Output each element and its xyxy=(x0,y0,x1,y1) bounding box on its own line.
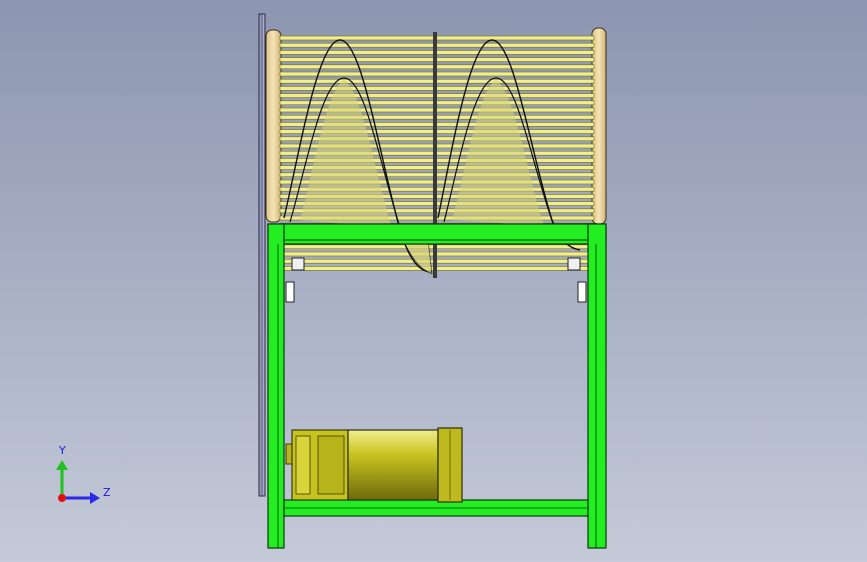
drive-motor[interactable] xyxy=(285,427,463,503)
right-shaft-bearing[interactable] xyxy=(567,257,587,303)
axis-triad: Y Z xyxy=(56,444,111,504)
cad-graphics-viewport[interactable]: Y Z xyxy=(0,0,867,562)
z-axis-label: Z xyxy=(103,486,111,499)
z-axis-arrow-icon xyxy=(62,492,100,504)
y-axis-label: Y xyxy=(58,444,66,457)
left-side-plate[interactable] xyxy=(258,13,266,497)
origin-dot-icon xyxy=(58,494,66,502)
assembly-model-view[interactable]: Y Z xyxy=(0,0,867,562)
left-drum-flange[interactable] xyxy=(265,29,282,223)
y-axis-arrow-icon xyxy=(56,460,68,498)
left-shaft-bearing[interactable] xyxy=(285,257,305,303)
